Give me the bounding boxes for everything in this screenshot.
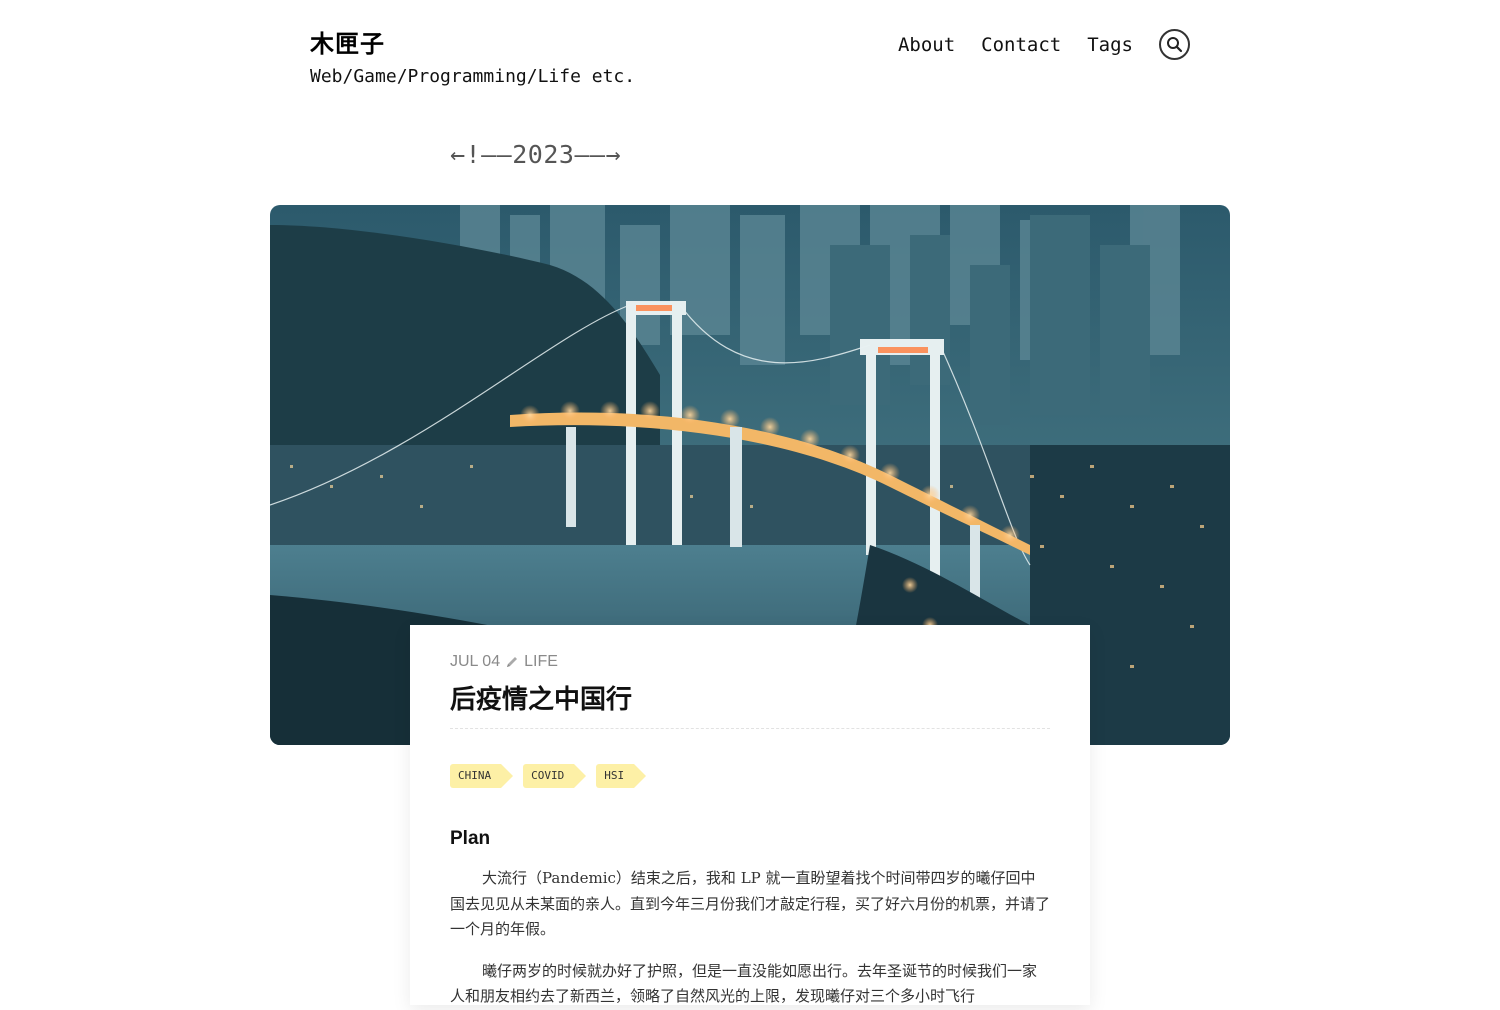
section-heading: Plan [450,828,491,849]
search-button[interactable] [1159,29,1190,60]
post-paragraph: 大流行（Pandemic）结束之后，我和 LP 就一直盼望着找个时间带四岁的曦仔… [450,869,1051,938]
site-header: 木匣子 Web/Game/Programming/Life etc. About… [310,24,1190,104]
post-card: JUL 04 LIFE 后疫情之中国行 CHINA COVID HSI Plan… [410,625,1090,1005]
year-navigation: ←!——2023——→ [450,140,621,169]
post-meta: JUL 04 LIFE [450,653,1050,671]
nav-tags-link[interactable]: Tags [1087,34,1133,56]
post-title[interactable]: 后疫情之中国行 [450,679,1050,729]
tag-hsi[interactable]: HSI [596,764,646,788]
site-tagline: Web/Game/Programming/Life etc. [310,66,636,87]
main-nav: About Contact Tags [898,29,1190,60]
tag-covid[interactable]: COVID [523,764,587,788]
year-label: 2023 [512,140,575,169]
tag-china[interactable]: CHINA [450,764,514,788]
tag-list: CHINA COVID HSI [450,764,1050,788]
nav-about-link[interactable]: About [898,34,955,56]
pencil-icon [507,657,518,667]
prev-year-arrow[interactable]: ←!—— [450,140,512,169]
next-year-arrow[interactable]: ——→ [574,140,621,169]
nav-contact-link[interactable]: Contact [981,34,1061,56]
post-paragraph: 曦仔两岁的时候就办好了护照，但是一直没能如愿出行。去年圣诞节的时候我们一家人和朋… [450,961,1038,1006]
post-date: JUL 04 [450,653,501,670]
site-title[interactable]: 木匣子 [310,24,385,59]
post-category[interactable]: LIFE [524,653,558,671]
search-icon [1167,37,1183,53]
